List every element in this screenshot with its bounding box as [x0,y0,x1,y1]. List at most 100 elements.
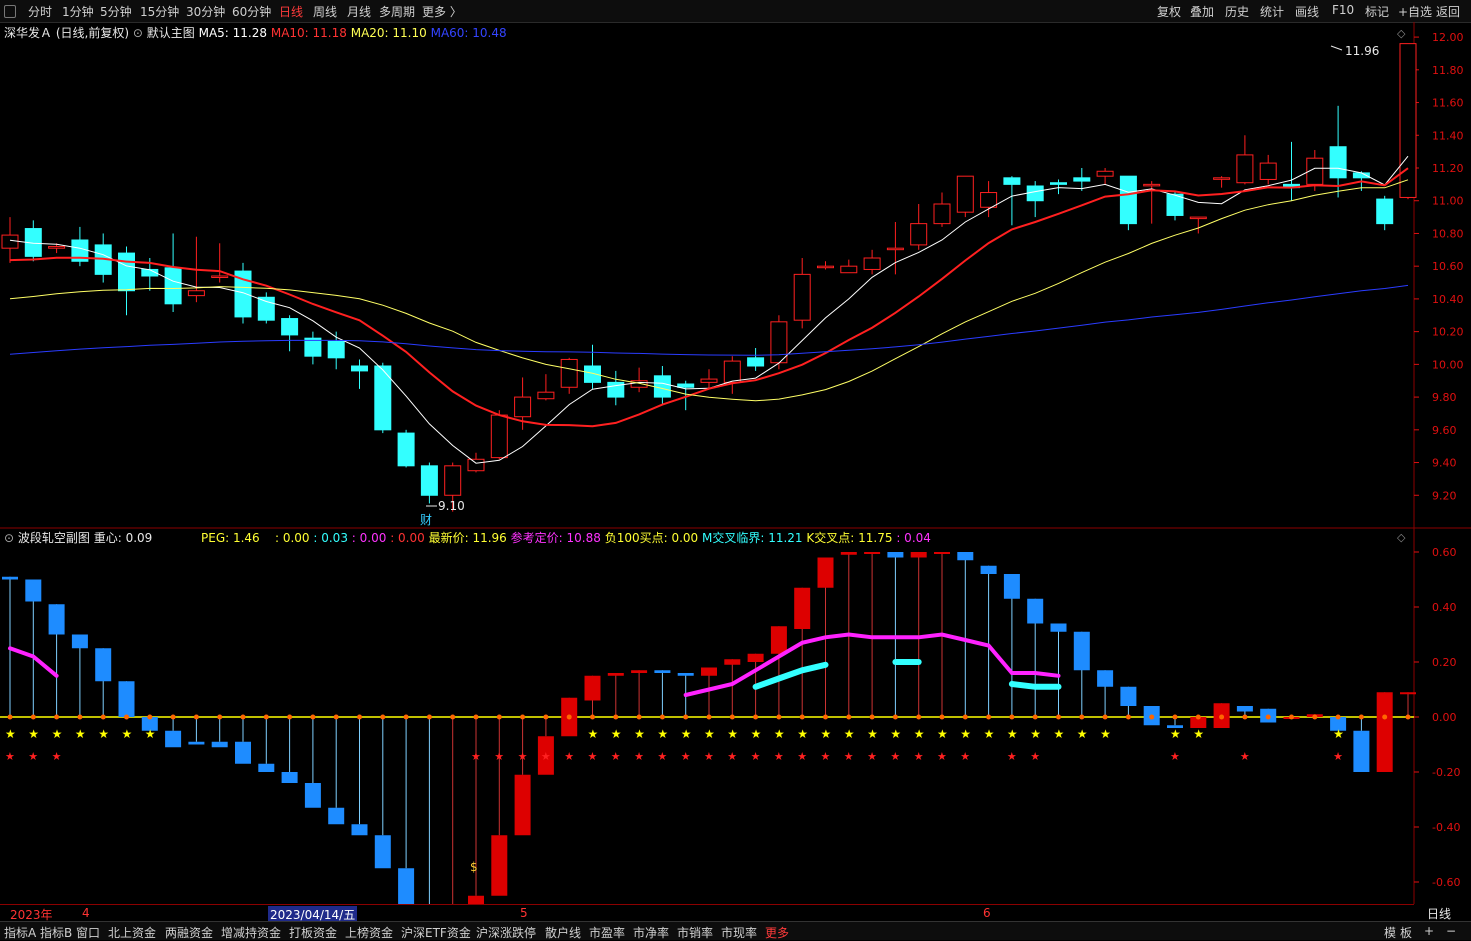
sub-bar-21 [491,835,508,896]
candle-42 [980,192,998,208]
stock-name[interactable]: 深华发Ａ [4,26,52,40]
zero-dot-56 [1312,714,1318,720]
period-tab-10[interactable]: 更多 〉 [422,3,462,20]
indicator-tab-4[interactable]: 两融资金 [165,924,213,941]
red-star-icon: ★ [5,750,15,763]
red-star-icon: ★ [867,750,877,763]
sub-bar-60 [1400,692,1416,695]
tool-0[interactable]: 复权 [1157,3,1181,20]
yellow-star-icon: ★ [914,727,925,741]
tool-5[interactable]: F10 [1332,3,1354,17]
zero-dot-57 [1335,714,1341,720]
period-label[interactable]: 日线 [1427,905,1451,922]
diamond-icon: ◇ [1397,27,1406,40]
candle-30 [700,378,718,383]
indicator-tab-1[interactable]: 指标B [40,924,72,941]
zero-dot-14 [333,714,339,720]
zero-dot-36 [846,714,852,720]
zero-dot-29 [683,714,689,720]
indicator-tab-5[interactable]: 增减持资金 [221,924,281,941]
sub-bar-5 [118,681,135,717]
period-tab-4[interactable]: 30分钟 [186,3,225,20]
zero-dot-21 [496,714,502,720]
bottom-tool-3[interactable]: − [1446,924,1456,938]
zero-dot-42 [986,714,992,720]
tool-1[interactable]: 叠加 [1190,3,1214,20]
candle-36 [840,265,858,274]
indicator-tab-6[interactable]: 打板资金 [289,924,337,941]
candle-43 [1003,177,1021,185]
period-tab-3[interactable]: 15分钟 [140,3,179,20]
period-tab-8[interactable]: 月线 [347,3,371,20]
red-star-icon: ★ [611,750,621,763]
sub-bar-8 [188,741,205,745]
indicator-tab-3[interactable]: 北上资金 [108,924,156,941]
indicator-tab-15[interactable]: 更多 [765,924,789,941]
window-grip-icon[interactable] [4,5,16,18]
period-toolbar: 分时 1分钟 5分钟 15分钟 30分钟 60分钟 日线 周线 月线 多周期 更多 〉 复权 叠加 历史… [0,0,1471,23]
indicator-tab-10[interactable]: 散户线 [545,924,581,941]
indicator-tab-9[interactable]: 沪深涨跌停 [476,924,536,941]
zero-dot-12 [287,714,293,720]
tool-6[interactable]: 标记 [1365,3,1389,20]
sub-bar-48 [1120,686,1137,706]
zero-dot-50 [1172,714,1178,720]
indicator-tab-13[interactable]: 市销率 [677,924,713,941]
bottom-tool-0[interactable]: 模 [1384,924,1396,941]
sub-bar-40 [934,552,950,554]
tool-7[interactable]: +自选 [1398,3,1432,20]
tool-8[interactable]: 返回 [1436,3,1460,20]
zero-dot-3 [77,714,83,720]
indicator-tab-8[interactable]: 沪深ETF资金 [401,924,471,941]
zero-dot-31 [729,714,735,720]
zero-dot-49 [1149,714,1155,720]
tool-4[interactable]: 画线 [1295,3,1319,20]
red-star-icon: ★ [1240,750,1250,763]
indicator-tab-0[interactable]: 指标A [4,924,36,941]
candle-57 [1329,146,1347,179]
latest-value: 最新价: 11.96 [428,531,507,545]
signal-stars: ★ ★ ★ ★ ★ ★ ★ ★ ★ ★ ★ ★ ★ ★ ★ ★ ★ ★ ★ ★ ★ ★ ★ ★ ★ ★ ★ ★ ★ ★ ★ ★ ★ ★ ★ ★ ★ ★ ★ ★… [5,727,1344,874]
zero-dot-26 [613,714,619,720]
indicator-tab-7[interactable]: 上榜资金 [345,924,393,941]
sub-bar-9 [211,741,228,748]
candle-19 [444,465,462,496]
red-star-icon: ★ [52,750,62,763]
indicator-tab-14[interactable]: 市现率 [721,924,757,941]
period-tab-7[interactable]: 周线 [313,3,337,20]
zero-dot-46 [1079,714,1085,720]
sub-close-icon[interactable]: ⊙ [4,531,14,545]
sub-bar-4 [95,648,112,682]
sub-bar-14 [328,807,345,825]
bottom-tool-2[interactable]: + [1424,924,1434,938]
period-tab-6[interactable]: 日线 [279,3,303,20]
date-axis: 2023年 4 2023/04/14/五 5 6 [0,904,1414,923]
period-tab-5[interactable]: 60分钟 [232,3,271,20]
stock-chart[interactable]: 12.00 11.80 11.60 11.40 11.20 11.00 10.80 10.60… [0,22,1471,904]
tool-3[interactable]: 统计 [1260,3,1284,20]
period-tab-9[interactable]: 多周期 [379,3,415,20]
red-star-icon: ★ [28,750,38,763]
yellow-star-icon: ★ [704,727,715,741]
high-price-label: 11.96 [1345,44,1379,58]
indicator-tab-12[interactable]: 市净率 [633,924,669,941]
tool-2[interactable]: 历史 [1225,3,1249,20]
indicator-tab-2[interactable]: 窗口 [76,924,100,941]
yellow-star-icon: ★ [751,727,762,741]
template-name[interactable]: 默认主图 [147,26,195,40]
ma5-value: MA5: 11.28 [198,26,268,40]
price-mode: (日线,前复权) [55,26,130,40]
period-tab-2[interactable]: 5分钟 [100,3,132,20]
indicator-tab-11[interactable]: 市盈率 [589,924,625,941]
period-tab-1[interactable]: 1分钟 [62,3,94,20]
sub-indicator-lines [8,632,1062,697]
v2-value: : 0.03 [313,531,348,545]
candle-18 [420,465,438,496]
sub-name[interactable]: 波段轧空副图 [18,531,90,545]
yellow-star-icon: ★ [145,727,156,741]
candle-15 [351,365,368,372]
zero-dot-47 [1102,714,1108,720]
period-tab-0[interactable]: 分时 [28,3,52,20]
template-icon[interactable]: ⊙ [133,26,143,40]
bottom-tool-1[interactable]: 板 [1400,924,1412,941]
